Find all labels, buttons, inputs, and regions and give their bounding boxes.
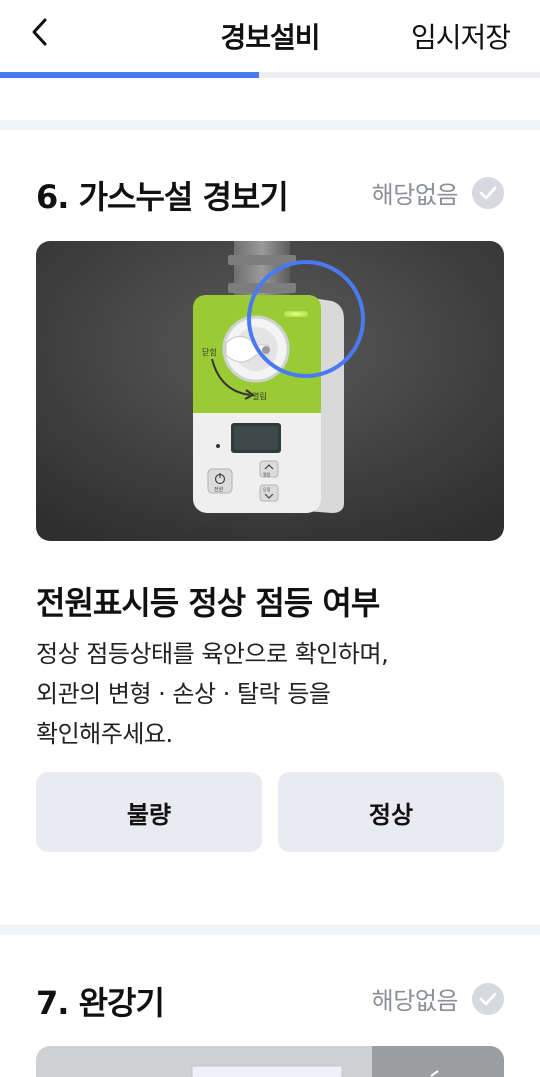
description-line: 정상 점등상태를 육안으로 확인하며, — [36, 640, 389, 668]
progress-bar — [0, 72, 540, 78]
not-applicable-toggle[interactable]: 해당없음 — [372, 175, 504, 210]
gas-alarm-photo: 닫힘 열림 전원 열림 닫힘 — [36, 241, 504, 541]
description-line: 확인해주세요. — [36, 720, 173, 748]
progress-fill — [0, 72, 260, 78]
header: 경보설비 임시저장 — [0, 0, 540, 78]
not-applicable-label: 해당없음 — [371, 181, 459, 209]
descending-lifeline-photo — [36, 1046, 504, 1077]
close-label: 닫힘 — [202, 347, 217, 357]
check-icon — [472, 982, 504, 1015]
down-label: 닫힘 — [263, 486, 271, 492]
open-label: 열림 — [252, 391, 267, 401]
temp-save-button[interactable]: 임시저장 — [411, 16, 511, 56]
bad-button[interactable]: 불량 — [36, 772, 262, 852]
good-button[interactable]: 정상 — [278, 772, 504, 852]
section-title: 6. 가스누설 경보기 — [36, 178, 289, 216]
not-applicable-label: 해당없음 — [371, 987, 459, 1015]
check-icon — [472, 176, 504, 209]
not-applicable-toggle[interactable]: 해당없음 — [372, 981, 504, 1016]
section-divider — [0, 925, 540, 935]
description-line: 외관의 변형 · 손상 · 탈락 등을 — [36, 680, 331, 708]
section-title: 7. 완강기 — [36, 984, 165, 1022]
section-divider — [0, 120, 540, 130]
question-title: 전원표시등 정상 점등 여부 — [36, 584, 380, 622]
power-label: 전원 — [214, 486, 224, 493]
question-description: 정상 점등상태를 육안으로 확인하며, 외관의 변형 · 손상 · 탈락 등을 … — [36, 634, 389, 754]
up-label: 열림 — [263, 471, 271, 477]
